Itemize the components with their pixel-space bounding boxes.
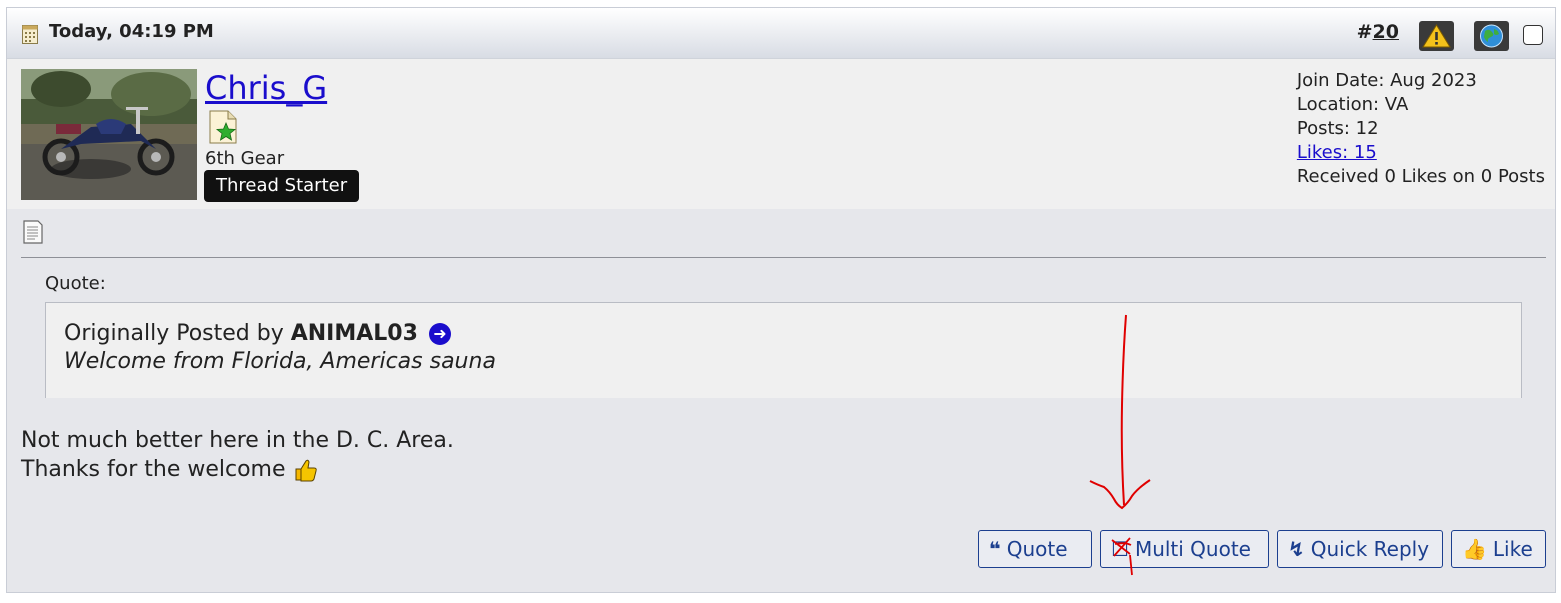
message-body: Not much better here in the D. C. Area. … <box>21 426 454 484</box>
quote-attribution: Originally Posted by ANIMAL03 ➜ <box>64 321 451 346</box>
like-button[interactable]: 👍 Like <box>1451 530 1546 568</box>
rank-icon <box>209 110 237 144</box>
post-header: Today, 04:19 PM #20 <box>7 8 1555 59</box>
multi-quote-button[interactable]: ☐ Multi Quote <box>1100 530 1269 568</box>
user-title: 6th Gear <box>205 148 285 169</box>
like-icon: 👍 <box>1462 537 1487 561</box>
post-count: Posts: 12 <box>1296 118 1379 139</box>
message-line-1: Not much better here in the D. C. Area. <box>21 428 454 453</box>
thread-starter-badge: Thread Starter <box>204 170 360 202</box>
post-number-link[interactable]: 20 <box>1373 21 1399 43</box>
message-line-2: Thanks for the welcome <box>21 457 286 482</box>
calendar-icon <box>22 25 38 44</box>
location: Location: VA <box>1296 94 1409 115</box>
quick-reply-button-label: Quick Reply <box>1310 537 1430 561</box>
quote-box: Originally Posted by ANIMAL03 ➜ Welcome … <box>45 302 1522 398</box>
user-info: Chris_G 6th Gear Thread Starter Join Dat… <box>7 59 1555 209</box>
quote-author: ANIMAL03 <box>290 321 418 346</box>
quote-icon: ❝ <box>989 537 1001 561</box>
quote-label: Quote: <box>45 273 106 294</box>
message-icon <box>23 220 43 244</box>
ip-button[interactable] <box>1474 21 1509 51</box>
goto-post-icon[interactable]: ➜ <box>428 323 451 345</box>
like-button-label: Like <box>1492 537 1533 561</box>
select-post-checkbox[interactable] <box>1523 25 1543 45</box>
avatar[interactable] <box>21 69 197 200</box>
post-date: Today, 04:19 PM <box>49 21 214 42</box>
quote-text: Welcome from Florida, Americas sauna <box>64 349 496 374</box>
divider <box>21 257 1546 258</box>
report-button[interactable] <box>1419 21 1454 51</box>
multiquote-icon: ☐ <box>1111 537 1129 561</box>
bolt-icon: ↯ <box>1288 537 1305 561</box>
user-stats: Join Date: Aug 2023 Location: VA Posts: … <box>1297 69 1545 189</box>
username-link[interactable]: Chris_G <box>205 69 327 107</box>
multi-quote-button-label: Multi Quote <box>1134 537 1251 561</box>
thumbs-up-emoji <box>295 459 317 482</box>
likes-link[interactable]: Likes: 15 <box>1297 142 1377 163</box>
report-icon <box>1422 24 1451 48</box>
ip-icon <box>1480 24 1503 48</box>
quote-by-prefix: Originally Posted by <box>64 321 284 346</box>
quote-button[interactable]: ❝ Quote <box>978 530 1092 568</box>
quote-button-label: Quote <box>1006 537 1068 561</box>
likes-received: Received 0 Likes on 0 Posts <box>1296 166 1545 187</box>
post-container: Today, 04:19 PM #20 Chris_G 6th Gear Thr… <box>6 7 1556 593</box>
post-number: #20 <box>1357 21 1399 43</box>
post-number-prefix: # <box>1356 21 1373 43</box>
quick-reply-button[interactable]: ↯ Quick Reply <box>1277 530 1443 568</box>
join-date: Join Date: Aug 2023 <box>1296 70 1477 91</box>
